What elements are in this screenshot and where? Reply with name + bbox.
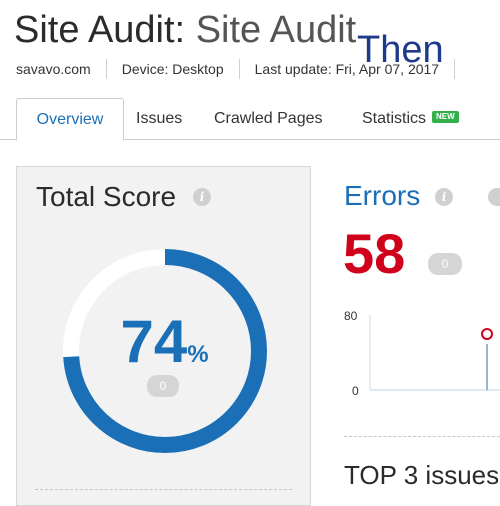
last-update-label: Last update: Fri, Apr 07, 2017 <box>254 61 440 77</box>
new-badge: NEW <box>432 110 459 123</box>
tab-statistics[interactable]: Statistics NEW <box>362 98 459 139</box>
score-number: 74 <box>120 308 188 375</box>
score-change-badge: 0 <box>147 375 179 397</box>
section-divider <box>344 436 500 437</box>
top-issues-title: TOP 3 issues <box>344 460 500 490</box>
panel-divider <box>35 489 292 490</box>
tab-issues[interactable]: Issues <box>136 98 182 139</box>
tab-overview[interactable]: Overview <box>16 98 124 141</box>
total-score-title: Total Score <box>36 181 177 212</box>
errors-trend-chart: 80 0 <box>336 300 500 410</box>
audit-meta-bar: savavo.com Device: Desktop Last update: … <box>16 58 470 80</box>
tab-statistics-label: Statistics <box>362 110 427 127</box>
total-score-panel: Total Score i 74% 0 <box>16 166 311 506</box>
y-axis-min-label: 0 <box>352 384 359 398</box>
domain-label: savavo.com <box>16 61 91 77</box>
info-icon[interactable]: i <box>435 188 453 206</box>
errors-count[interactable]: 58 <box>343 222 405 286</box>
page-title: Site Audit: Site Audit <box>14 4 356 56</box>
meta-divider <box>238 59 240 79</box>
meta-divider <box>454 59 456 79</box>
info-icon[interactable]: i <box>193 188 211 206</box>
errors-change-badge: 0 <box>428 253 462 275</box>
device-label: Device: Desktop <box>121 61 224 77</box>
info-icon[interactable] <box>488 188 500 206</box>
y-axis-max-label: 80 <box>344 309 358 323</box>
tab-bar: Overview Issues Crawled Pages Statistics… <box>0 98 500 141</box>
meta-divider <box>105 59 107 79</box>
page-title-main: Site Audit: <box>14 9 186 51</box>
page-title-project: Site Audit <box>195 9 357 51</box>
errors-title[interactable]: Errors <box>344 180 420 212</box>
tab-crawled-pages[interactable]: Crawled Pages <box>214 98 323 139</box>
score-unit: % <box>187 341 209 368</box>
total-score-value: 74% <box>17 307 312 376</box>
errors-data-point[interactable] <box>481 328 493 340</box>
